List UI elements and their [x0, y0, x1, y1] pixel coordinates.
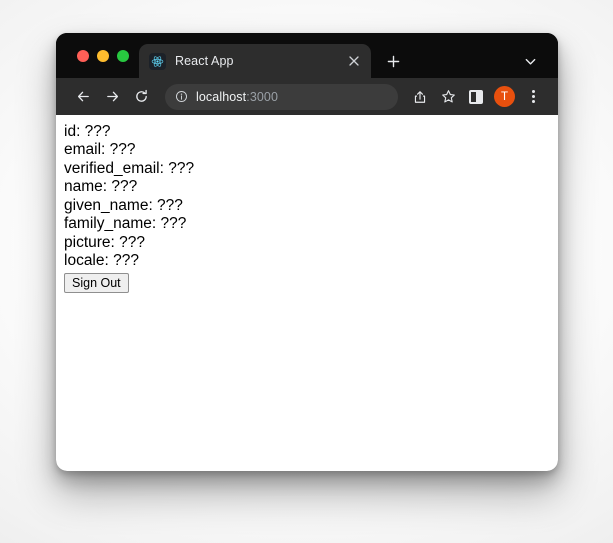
- browser-window: React App localhost:3000 T id: ??? email…: [56, 33, 558, 471]
- react-logo-icon: [149, 52, 166, 70]
- profile-field-given-name: given_name: ???: [64, 196, 183, 214]
- window-close-button[interactable]: [77, 49, 89, 62]
- toolbar-actions: T: [407, 84, 546, 110]
- three-dot-menu-icon[interactable]: [520, 84, 546, 110]
- tab-title: React App: [175, 54, 234, 68]
- tab-strip: React App: [56, 33, 558, 78]
- chevron-down-icon[interactable]: [516, 47, 544, 75]
- profile-field-email: email: ???: [64, 141, 136, 159]
- profile-field-locale: locale: ???: [64, 252, 139, 270]
- address-bar-host: localhost: [196, 89, 247, 104]
- profile-page: id: ??? email: ??? verified_email: ??? n…: [56, 115, 558, 301]
- browser-tab-react-app[interactable]: React App: [139, 44, 371, 78]
- profile-field-verified-email: verified_email: ???: [64, 159, 195, 177]
- page-viewport: id: ??? email: ??? verified_email: ??? n…: [56, 115, 558, 471]
- profile-field-family-name: family_name: ???: [64, 215, 187, 233]
- forward-arrow-icon[interactable]: [99, 84, 125, 110]
- sign-out-button[interactable]: Sign Out: [64, 272, 129, 293]
- tab-close-icon[interactable]: [345, 52, 363, 70]
- window-minimize-button[interactable]: [97, 49, 109, 62]
- new-tab-button[interactable]: [379, 47, 407, 75]
- profile-field-name: name: ???: [64, 178, 138, 196]
- desktop-background: React App localhost:3000 T id: ??? email…: [0, 0, 613, 543]
- profile-field-id: id: ???: [64, 123, 111, 140]
- profile-field-picture: picture: ???: [64, 233, 145, 251]
- avatar[interactable]: T: [494, 86, 515, 107]
- side-panel-icon[interactable]: [463, 84, 489, 110]
- address-bar-port: :3000: [246, 89, 279, 104]
- back-arrow-icon[interactable]: [70, 84, 96, 110]
- star-icon[interactable]: [435, 84, 461, 110]
- address-bar-url: localhost:3000: [196, 90, 278, 104]
- window-maximize-button[interactable]: [117, 49, 129, 62]
- address-bar[interactable]: localhost:3000: [165, 83, 398, 110]
- reload-icon[interactable]: [128, 84, 154, 110]
- share-icon[interactable]: [407, 84, 433, 110]
- window-traffic-lights: [56, 33, 139, 78]
- browser-toolbar: localhost:3000 T: [56, 78, 558, 115]
- info-circle-icon[interactable]: [175, 90, 188, 103]
